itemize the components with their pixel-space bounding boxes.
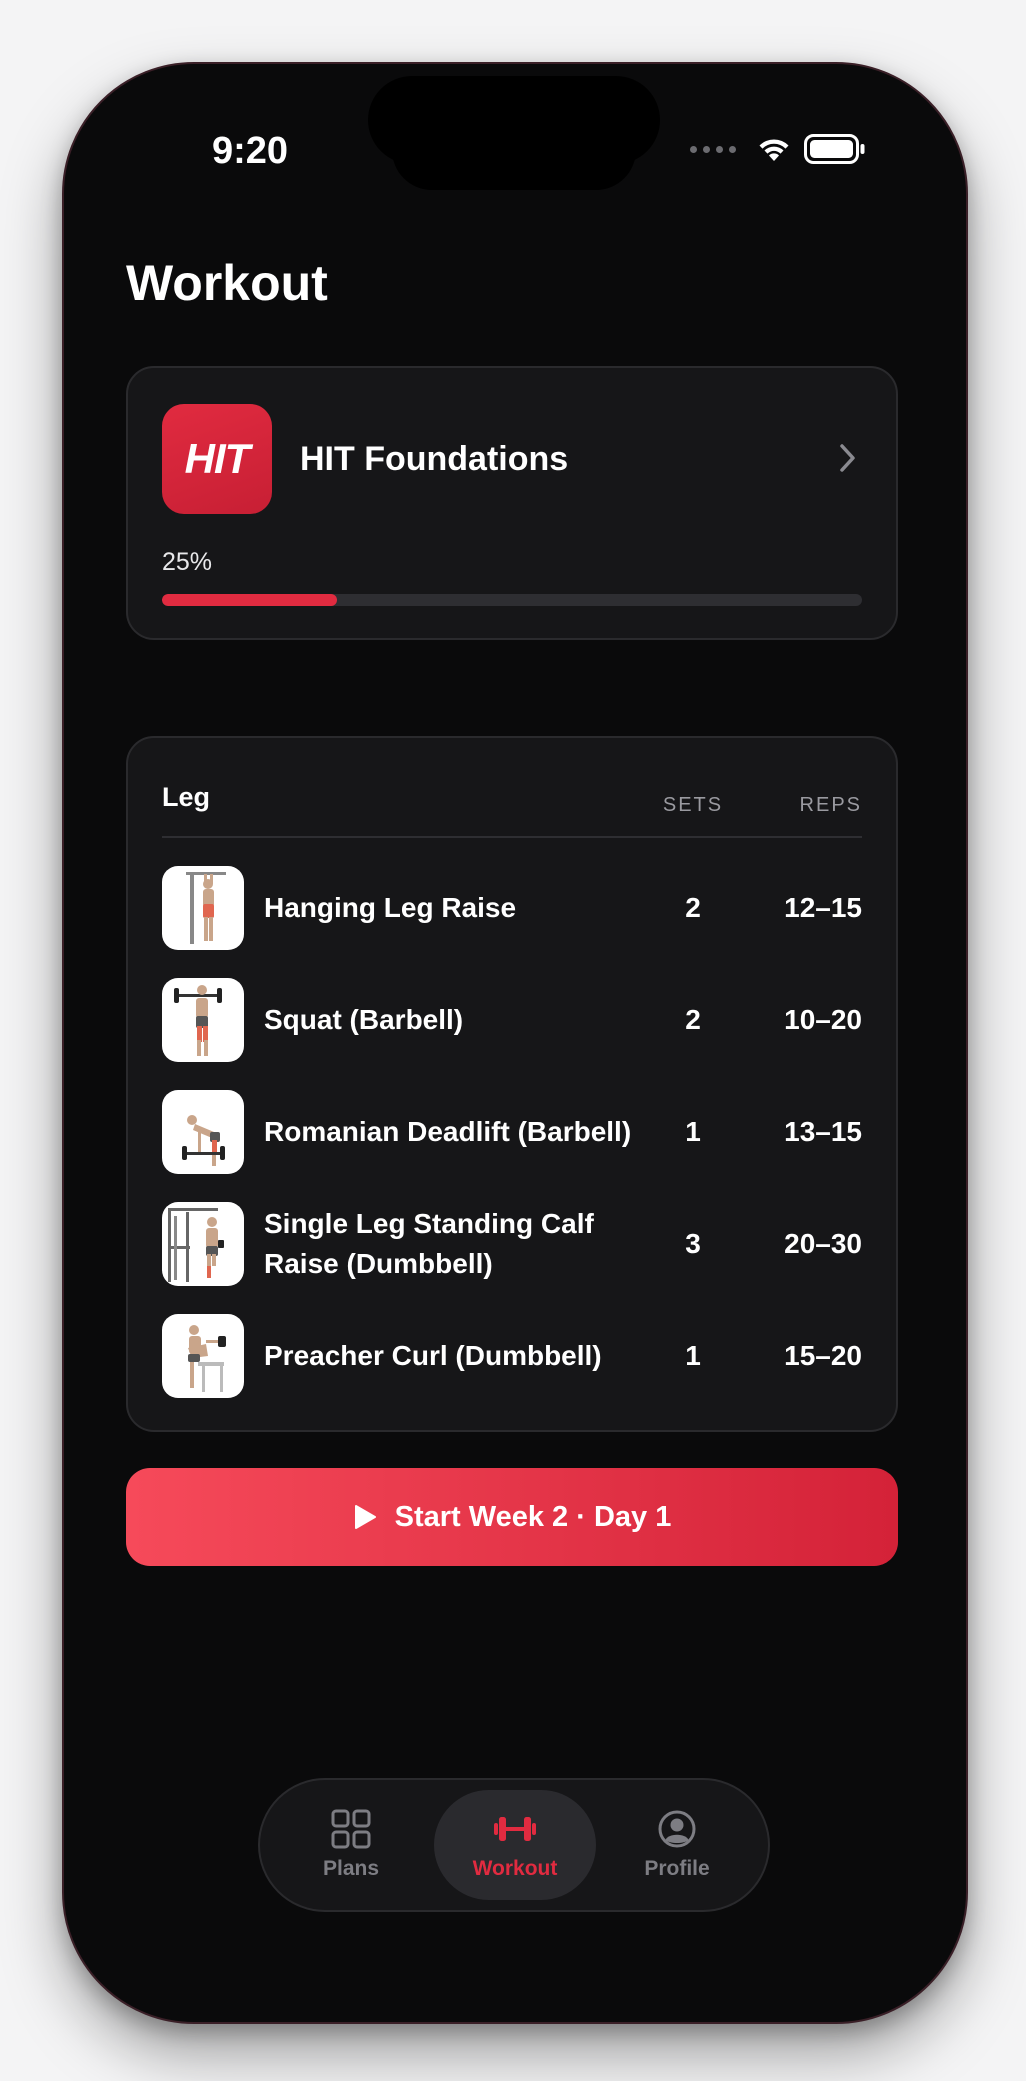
exercise-sets: 2 <box>685 1004 701 1035</box>
play-icon <box>354 1505 376 1529</box>
exercise-name: Preacher Curl (Dumbbell) <box>264 1340 602 1371</box>
tab-workout[interactable]: Workout <box>434 1790 596 1900</box>
exercise-row[interactable]: Preacher Curl (Dumbbell) 1 15–20 <box>162 1314 862 1398</box>
exercise-sets: 2 <box>685 892 701 923</box>
plan-name: HIT Foundations <box>300 440 569 478</box>
status-time: 9:20 <box>212 130 289 172</box>
progress-bar <box>162 594 862 606</box>
chevron-right-icon[interactable] <box>838 442 858 474</box>
exercise-name: Hanging Leg Raise <box>264 892 517 923</box>
progress-bar-fill <box>162 594 337 606</box>
workout-card: Leg SETS REPS Hanging Leg Raise 2 12–15 … <box>126 736 898 1432</box>
exercise-name: Single Leg Standing Calf Raise (Dumbbell… <box>264 1208 594 1279</box>
table-header: Leg SETS REPS <box>162 776 862 838</box>
calf-raise-thumbnail <box>162 1202 244 1286</box>
hanging-leg-raise-thumbnail <box>162 866 244 950</box>
progress-label: 25% <box>162 548 213 576</box>
tab-workout-label: Workout <box>472 1857 558 1880</box>
start-workout-button[interactable]: Start Week 2 · Day 1 <box>126 1468 898 1566</box>
romanian-deadlift-thumbnail <box>162 1090 244 1174</box>
start-workout-label: Start Week 2 · Day 1 <box>394 1500 672 1533</box>
preacher-curl-thumbnail <box>162 1314 244 1398</box>
tab-plans-label: Plans <box>322 1857 380 1880</box>
exercise-name: Squat (Barbell) <box>264 1004 464 1035</box>
exercise-row[interactable]: Romanian Deadlift (Barbell) 1 13–15 <box>162 1090 862 1174</box>
tab-profile[interactable]: Profile <box>596 1790 758 1900</box>
exercise-sets: 1 <box>685 1340 701 1371</box>
exercise-row[interactable]: Hanging Leg Raise 2 12–15 <box>162 866 862 950</box>
exercise-reps: 13–15 <box>784 1116 862 1147</box>
plan-logo-text: HIT <box>184 435 251 482</box>
wifi-icon <box>759 139 789 161</box>
exercise-row[interactable]: Squat (Barbell) 2 10–20 <box>162 978 862 1062</box>
tab-bar: Plans Workout Profile <box>258 1778 770 1912</box>
phone-frame: 9:20 Workout HIT HIT Foundations 25% Leg… <box>62 62 968 2024</box>
exercise-sets: 1 <box>685 1116 701 1147</box>
sets-column-header: SETS <box>662 794 724 816</box>
reps-column-header: REPS <box>799 794 862 816</box>
page-title: Workout <box>126 255 328 311</box>
exercise-row[interactable]: Single Leg Standing Calf Raise (Dumbbell… <box>162 1202 862 1286</box>
dumbbell-icon <box>494 1817 536 1841</box>
dynamic-island-notch <box>392 124 636 190</box>
grid-icon <box>331 1809 371 1849</box>
exercise-reps: 12–15 <box>784 892 862 923</box>
exercise-name: Romanian Deadlift (Barbell) <box>264 1116 632 1147</box>
tab-profile-label: Profile <box>644 1857 710 1880</box>
exercise-reps: 15–20 <box>784 1340 862 1371</box>
status-icons <box>690 134 866 164</box>
person-circle-icon <box>658 1810 696 1848</box>
plan-card[interactable]: HIT HIT Foundations 25% <box>126 366 898 640</box>
exercise-reps: 20–30 <box>784 1228 862 1259</box>
plan-logo: HIT <box>162 404 272 514</box>
cellular-dots-icon <box>690 145 736 153</box>
barbell-squat-thumbnail <box>162 978 244 1062</box>
muscle-group-label: Leg <box>162 782 211 812</box>
exercise-sets: 3 <box>685 1228 701 1259</box>
battery-icon <box>804 134 865 164</box>
exercise-reps: 10–20 <box>784 1004 862 1035</box>
tab-plans[interactable]: Plans <box>270 1790 432 1900</box>
